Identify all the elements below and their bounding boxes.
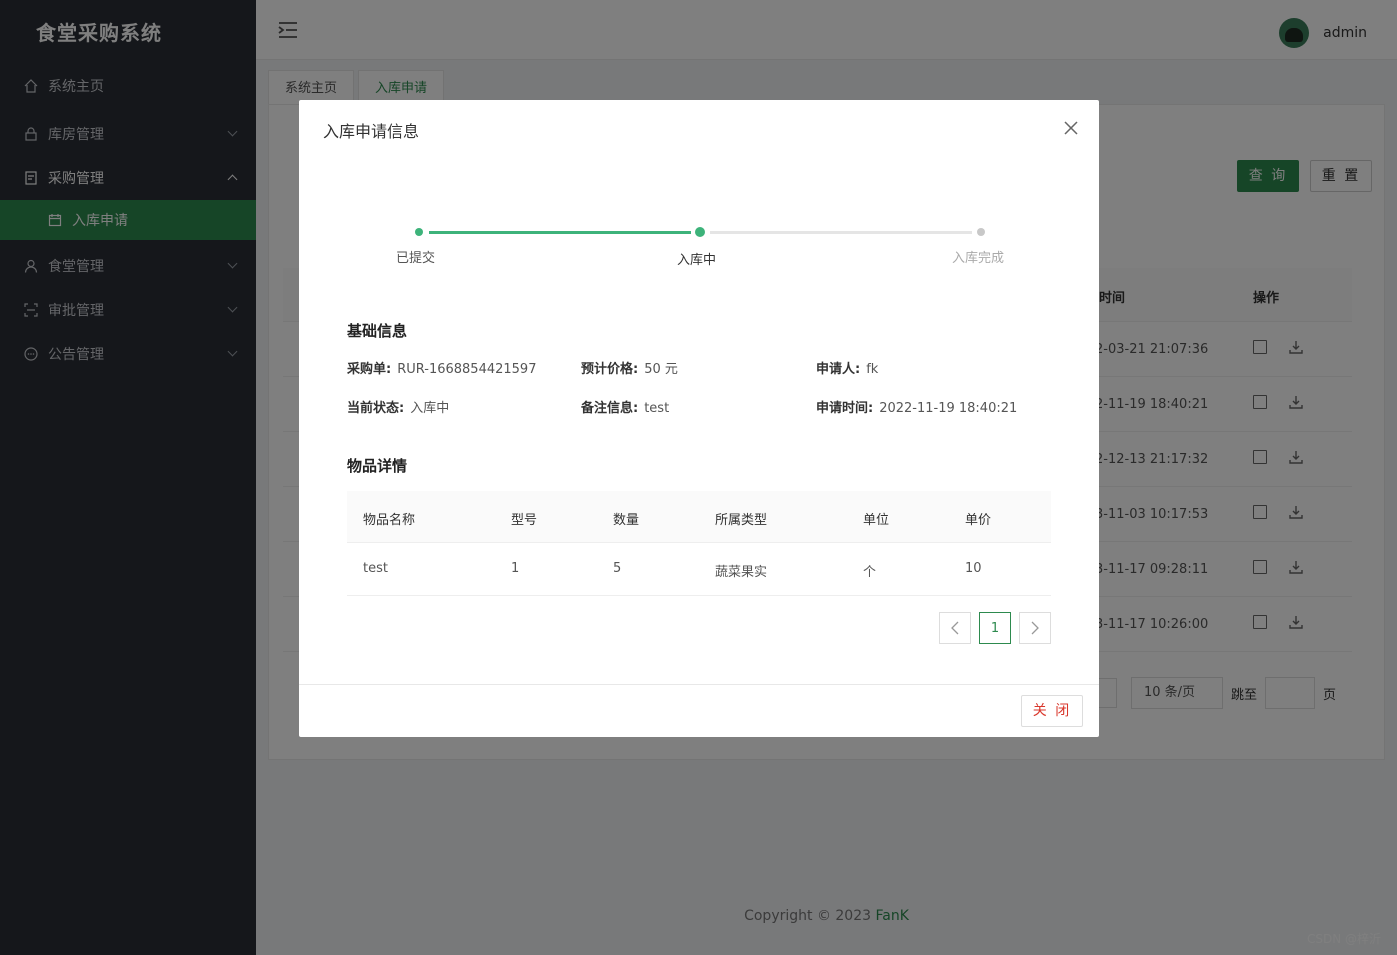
step-label-submitted: 已提交	[396, 251, 436, 266]
info-label: 备注信息:	[581, 401, 639, 416]
info-label: 申请时间:	[816, 401, 874, 416]
column-header: 数量	[613, 513, 640, 528]
step-dot-done	[415, 228, 423, 236]
step-label-in-progress: 入库中	[677, 253, 717, 268]
info-value: 2022-11-19 18:40:21	[879, 401, 1018, 416]
page-number-button[interactable]: 1	[979, 612, 1011, 644]
next-page-button[interactable]	[1019, 612, 1051, 644]
info-applicant: 申请人: fk	[816, 358, 878, 377]
table-cell: 5	[613, 561, 622, 576]
prev-page-button[interactable]	[939, 612, 971, 644]
info-order: 采购单: RUR-1668854421597	[347, 358, 536, 377]
info-value: 50 元	[644, 362, 678, 377]
info-label: 当前状态:	[347, 401, 405, 416]
column-header: 单位	[863, 513, 890, 528]
step-label-completed: 入库完成	[952, 251, 1005, 266]
stock-in-detail-modal: 入库申请信息 已提交 入库中 入库完成 基础信息 采购单: RUR-1668854…	[299, 100, 1099, 737]
info-value: fk	[866, 362, 879, 377]
info-remark: 备注信息: test	[581, 397, 669, 416]
info-label: 采购单:	[347, 362, 392, 377]
column-header: 型号	[511, 513, 538, 528]
table-row: test 1 5 蔬菜果实 个 10	[347, 543, 1051, 596]
item-detail-title: 物品详情	[347, 457, 408, 475]
column-header: 所属类型	[715, 513, 768, 528]
step-dot-pending	[977, 228, 985, 236]
column-header: 单价	[965, 513, 992, 528]
progress-steps: 已提交 入库中 入库完成	[393, 227, 1013, 277]
info-label: 预计价格:	[581, 362, 639, 377]
info-value: 入库中	[410, 401, 450, 416]
table-cell: 蔬菜果实	[715, 565, 768, 580]
table-header: 物品名称 型号 数量 所属类型 单位 单价	[347, 491, 1051, 543]
close-button[interactable]: 关 闭	[1021, 695, 1083, 727]
table-cell: 个	[863, 565, 877, 580]
modal-footer: 关 闭	[299, 684, 1099, 737]
step-connector-pending	[710, 231, 972, 234]
modal-title: 入库申请信息	[323, 122, 420, 141]
column-header: 物品名称	[363, 513, 416, 528]
table-cell: 10	[965, 561, 982, 576]
table-cell: 1	[511, 561, 520, 576]
detail-pagination: 1	[939, 612, 1059, 644]
close-icon[interactable]	[1063, 120, 1079, 136]
info-status: 当前状态: 入库中	[347, 397, 449, 416]
info-price: 预计价格: 50 元	[581, 358, 678, 377]
chevron-right-icon	[1031, 621, 1039, 635]
chevron-left-icon	[951, 621, 959, 635]
basic-info-title: 基础信息	[347, 322, 408, 340]
step-dot-current	[695, 227, 705, 237]
item-detail-table: 物品名称 型号 数量 所属类型 单位 单价 test 1 5 蔬菜果实 个 10	[347, 491, 1051, 596]
info-value: RUR-1668854421597	[397, 362, 537, 377]
step-connector-done	[429, 231, 691, 234]
info-value: test	[644, 401, 670, 416]
table-cell: test	[363, 561, 388, 576]
info-time: 申请时间: 2022-11-19 18:40:21	[816, 397, 1017, 416]
info-label: 申请人:	[816, 362, 861, 377]
